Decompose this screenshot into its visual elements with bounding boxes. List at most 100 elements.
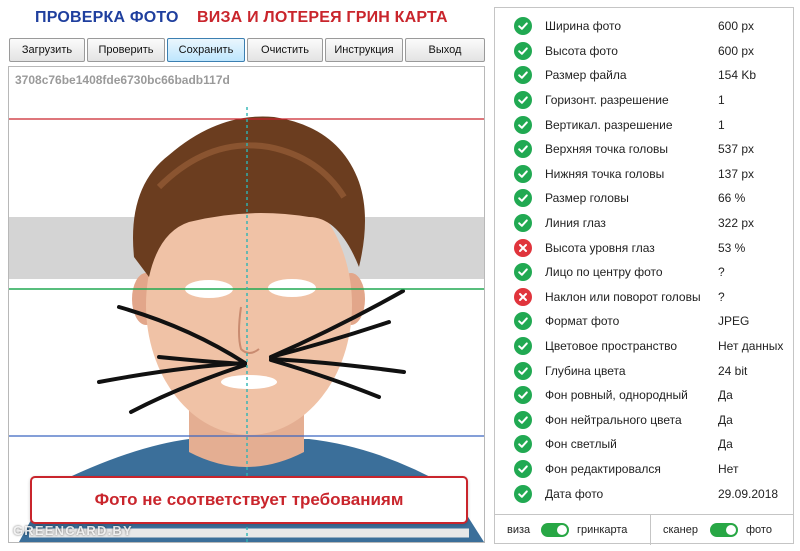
check-row: Горизонт. разрешение 1 bbox=[495, 88, 793, 113]
clear-button[interactable]: Очистить bbox=[247, 38, 323, 62]
x-circle-icon bbox=[514, 238, 532, 257]
mode-toggle-knob bbox=[557, 525, 567, 535]
check-row: Фон светлый Да bbox=[495, 432, 793, 457]
check-row: Ширина фото 600 px bbox=[495, 14, 793, 39]
photo-hash: 3708c76be1408fde6730bc66badb117d bbox=[15, 73, 230, 87]
check-row: Размер файла 154 Kb bbox=[495, 63, 793, 88]
check-value: 600 px bbox=[718, 43, 755, 58]
source-photo-label: фото bbox=[746, 524, 772, 536]
check-row: Фон редактировался Нет bbox=[495, 457, 793, 482]
check-value: 53 % bbox=[718, 240, 746, 255]
mode-footer: виза гринкарта сканер фото bbox=[495, 514, 793, 545]
check-button[interactable]: Проверить bbox=[87, 38, 165, 62]
check-value: 66 % bbox=[718, 191, 746, 206]
check-label: Лицо по центру фото bbox=[545, 265, 663, 280]
check-row: Дата фото 29.09.2018 bbox=[495, 481, 793, 506]
check-circle-icon bbox=[514, 435, 532, 454]
check-circle-icon bbox=[514, 410, 532, 429]
instruction-button[interactable]: Инструкция bbox=[325, 38, 403, 62]
check-value: 1 bbox=[718, 93, 725, 108]
photo-checker-app: ПРОВЕРКА ФОТО ВИЗА И ЛОТЕРЕЯ ГРИН КАРТА … bbox=[0, 0, 800, 551]
check-label: Цветовое пространство bbox=[545, 339, 678, 354]
check-circle-icon bbox=[514, 115, 532, 134]
check-value: JPEG bbox=[718, 314, 750, 329]
photo-preview: 3708c76be1408fde6730bc66badb117d Фото не… bbox=[8, 66, 485, 543]
check-circle-icon bbox=[514, 41, 532, 60]
check-label: Линия глаз bbox=[545, 216, 606, 231]
check-row: Высота уровня глаз 53 % bbox=[495, 235, 793, 260]
check-label: Глубина цвета bbox=[545, 363, 626, 378]
app-subtitle: ВИЗА И ЛОТЕРЕЯ ГРИН КАРТА bbox=[197, 9, 448, 26]
check-label: Вертикал. разрешение bbox=[545, 117, 673, 132]
check-row: Лицо по центру фото? bbox=[495, 260, 793, 285]
check-list: Ширина фото 600 px Высота фото 600 px Размер… bbox=[495, 14, 793, 506]
check-row: Нижняя точка головы 137 px bbox=[495, 162, 793, 187]
check-value: 24 bit bbox=[718, 363, 748, 378]
watermark: GREENCARD.BY bbox=[13, 523, 133, 538]
check-row: Фон нейтрального цвета Да bbox=[495, 408, 793, 433]
check-label: Высота фото bbox=[545, 43, 618, 58]
check-value: 600 px bbox=[718, 19, 755, 34]
check-row: Глубина цвета 24 bit bbox=[495, 358, 793, 383]
exit-button[interactable]: Выход bbox=[405, 38, 485, 62]
check-value: 537 px bbox=[718, 142, 755, 157]
check-label: Горизонт. разрешение bbox=[545, 93, 669, 108]
check-circle-icon bbox=[514, 361, 532, 380]
check-label: Фон ровный, однородный bbox=[545, 388, 688, 403]
check-circle-icon bbox=[514, 140, 532, 159]
check-label: Нижняя точка головы bbox=[545, 166, 665, 181]
check-circle-icon bbox=[514, 66, 532, 85]
save-button[interactable]: Сохранить bbox=[167, 38, 245, 62]
source-toggle[interactable] bbox=[710, 523, 738, 537]
check-circle-icon bbox=[514, 214, 532, 233]
check-label: Фон светлый bbox=[545, 437, 617, 452]
source-scanner-label: сканер bbox=[663, 524, 698, 536]
photo-image bbox=[9, 67, 484, 542]
mode-toggle[interactable] bbox=[541, 523, 569, 537]
check-circle-icon bbox=[514, 189, 532, 208]
check-value: Да bbox=[718, 437, 733, 452]
check-label: Высота уровня глаз bbox=[545, 240, 655, 255]
check-circle-icon bbox=[514, 386, 532, 405]
check-row: Формат фото JPEG bbox=[495, 309, 793, 334]
check-label: Ширина фото bbox=[545, 19, 622, 34]
check-row: Фон ровный, однородный Да bbox=[495, 383, 793, 408]
check-results-panel: Ширина фото 600 px Высота фото 600 px Размер… bbox=[494, 7, 794, 545]
check-value: ? bbox=[718, 265, 725, 280]
check-row: Высота фото 600 px bbox=[495, 39, 793, 64]
check-label: Дата фото bbox=[545, 486, 604, 501]
check-row: Цветовое пространство Нет данных bbox=[495, 334, 793, 359]
check-circle-icon bbox=[514, 263, 532, 282]
check-value: 1 bbox=[718, 117, 725, 132]
app-title: ПРОВЕРКА ФОТО bbox=[35, 9, 179, 26]
check-circle-icon bbox=[514, 337, 532, 356]
check-row: Вертикал. разрешение 1 bbox=[495, 112, 793, 137]
check-circle-icon bbox=[514, 484, 532, 503]
check-label: Размер головы bbox=[545, 191, 629, 206]
check-circle-icon bbox=[514, 91, 532, 110]
check-value: Нет bbox=[718, 461, 739, 476]
check-value: ? bbox=[718, 289, 725, 304]
check-value: 137 px bbox=[718, 166, 755, 181]
check-circle-icon bbox=[514, 17, 532, 36]
source-toggle-knob bbox=[726, 525, 736, 535]
verdict-banner: Фото не соответствует требованиям bbox=[30, 476, 468, 524]
check-row: Размер головы 66 % bbox=[495, 186, 793, 211]
check-value: 154 Kb bbox=[718, 68, 757, 83]
footer-divider bbox=[650, 515, 651, 545]
mode-visa-label: виза bbox=[507, 524, 531, 536]
load-button[interactable]: Загрузить bbox=[9, 38, 85, 62]
check-value: 29.09.2018 bbox=[718, 486, 779, 501]
check-row: Наклон или поворот головы? bbox=[495, 285, 793, 310]
check-label: Верхняя точка головы bbox=[545, 142, 669, 157]
mode-greencard-label: гринкарта bbox=[577, 524, 628, 536]
check-row: Верхняя точка головы 537 px bbox=[495, 137, 793, 162]
toolbar: Загрузить Проверить Сохранить Очистить И… bbox=[9, 38, 487, 62]
check-label: Размер файла bbox=[545, 68, 627, 83]
x-circle-icon bbox=[514, 287, 532, 306]
check-value: Да bbox=[718, 388, 733, 403]
check-circle-icon bbox=[514, 164, 532, 183]
check-label: Фон нейтрального цвета bbox=[545, 412, 682, 427]
check-row: Линия глаз 322 px bbox=[495, 211, 793, 236]
header: ПРОВЕРКА ФОТО ВИЗА И ЛОТЕРЕЯ ГРИН КАРТА bbox=[0, 0, 490, 36]
